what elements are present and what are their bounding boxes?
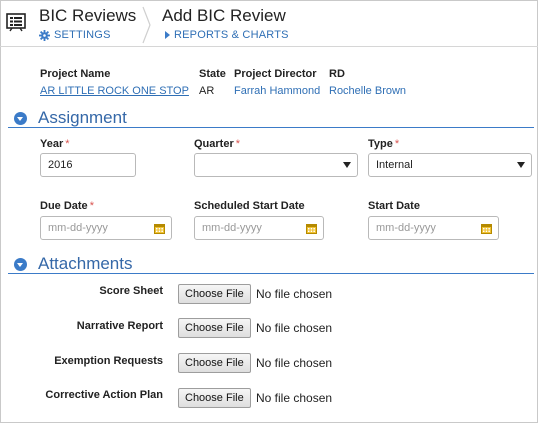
project-name-link[interactable]: AR LITTLE ROCK ONE STOP — [40, 85, 189, 97]
attachments-section-title: Attachments — [38, 254, 133, 273]
dropdown-caret-icon — [517, 162, 525, 168]
scheduled-start-date-label: Scheduled Start Date — [194, 200, 305, 212]
assignment-section-rule — [8, 127, 534, 128]
project-director-label: Project Director — [234, 68, 317, 80]
score-sheet-label: Score Sheet — [99, 285, 163, 297]
year-label: Year * — [40, 138, 70, 150]
reviews-app-icon — [6, 13, 26, 32]
rd-label: RD — [329, 68, 345, 80]
due-date-placeholder: mm-dd-yyyy — [48, 222, 108, 234]
required-mark: * — [394, 138, 400, 150]
breadcrumb-separator-icon — [142, 6, 151, 44]
type-label: Type * — [368, 138, 399, 150]
dropdown-caret-icon — [343, 162, 351, 168]
year-value: 2016 — [48, 159, 73, 171]
exemption-requests-file-status: No file chosen — [256, 356, 333, 370]
state-label: State — [199, 68, 226, 80]
start-date-label: Start Date — [368, 200, 420, 212]
type-label-text: Type — [368, 138, 393, 150]
narrative-report-label: Narrative Report — [76, 320, 163, 332]
settings-label: SETTINGS — [54, 29, 111, 41]
due-date-label-text: Due Date — [40, 200, 88, 212]
narrative-report-file-status: No file chosen — [256, 321, 333, 335]
year-label-text: Year — [40, 138, 64, 150]
calendar-icon[interactable] — [306, 223, 317, 234]
attachments-section-rule — [8, 273, 534, 274]
assignment-collapse-toggle-icon[interactable] — [14, 112, 27, 125]
reports-charts-label: REPORTS & CHARTS — [174, 29, 289, 41]
attachments-collapse-toggle-icon[interactable] — [14, 258, 27, 271]
scheduled-start-date-placeholder: mm-dd-yyyy — [202, 222, 262, 234]
gear-icon — [39, 29, 50, 41]
app-title[interactable]: BIC Reviews — [39, 6, 136, 26]
assignment-section-title: Assignment — [38, 108, 127, 127]
project-director-link[interactable]: Farrah Hammond — [234, 85, 320, 97]
required-mark: * — [235, 138, 241, 150]
reports-charts-link[interactable]: REPORTS & CHARTS — [165, 29, 289, 41]
corrective-action-plan-file-status: No file chosen — [256, 391, 333, 405]
corrective-action-plan-choose-file-button[interactable]: Choose File — [178, 388, 251, 408]
rd-link[interactable]: Rochelle Brown — [329, 85, 406, 97]
settings-link[interactable]: SETTINGS — [39, 29, 111, 41]
calendar-icon[interactable] — [154, 223, 165, 234]
type-select[interactable]: Internal — [368, 153, 532, 177]
project-name-label: Project Name — [40, 68, 111, 80]
exemption-requests-label: Exemption Requests — [54, 355, 163, 367]
required-mark: * — [65, 138, 70, 150]
score-sheet-file-status: No file chosen — [256, 287, 333, 301]
narrative-report-choose-file-button[interactable]: Choose File — [178, 318, 251, 338]
corrective-action-plan-label: Corrective Action Plan — [45, 389, 163, 401]
quarter-label-text: Quarter — [194, 138, 234, 150]
due-date-label: Due Date * — [40, 200, 94, 212]
header-divider — [0, 46, 538, 47]
page-title: Add BIC Review — [162, 6, 286, 25]
year-input[interactable]: 2016 — [40, 153, 136, 177]
scheduled-start-date-input[interactable]: mm-dd-yyyy — [194, 216, 324, 240]
state-value: AR — [199, 85, 215, 97]
calendar-icon[interactable] — [481, 223, 492, 234]
play-icon — [165, 31, 170, 39]
due-date-input[interactable]: mm-dd-yyyy — [40, 216, 172, 240]
score-sheet-choose-file-button[interactable]: Choose File — [178, 284, 251, 304]
type-value: Internal — [376, 159, 413, 171]
exemption-requests-choose-file-button[interactable]: Choose File — [178, 353, 251, 373]
required-mark: * — [89, 200, 94, 212]
quarter-label: Quarter * — [194, 138, 240, 150]
start-date-placeholder: mm-dd-yyyy — [376, 222, 436, 234]
quarter-select[interactable] — [194, 153, 358, 177]
start-date-input[interactable]: mm-dd-yyyy — [368, 216, 499, 240]
